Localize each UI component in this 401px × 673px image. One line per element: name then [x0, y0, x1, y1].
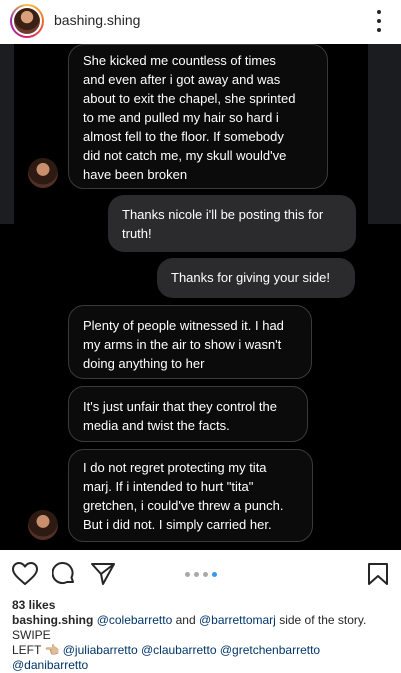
- carousel-dot-active: [212, 572, 217, 577]
- bookmark-icon[interactable]: [367, 562, 389, 586]
- message-bubble-received: Plenty of people witnessed it. I had my …: [68, 305, 312, 379]
- like-count[interactable]: 83 likes: [12, 598, 55, 612]
- mention-link[interactable]: @barrettomarj: [199, 613, 276, 627]
- carousel-dot: [194, 572, 199, 577]
- message-bubble-received: She kicked me countless of times and eve…: [68, 44, 328, 189]
- message-bubble-received: I do not regret protecting my tita marj.…: [68, 449, 313, 542]
- caption-username[interactable]: bashing.shing: [12, 613, 93, 627]
- post-caption: bashing.shing @colebarretto and @barrett…: [12, 613, 392, 673]
- carousel-dot: [203, 572, 208, 577]
- carousel-indicator: [185, 572, 217, 577]
- heart-icon[interactable]: [12, 562, 38, 586]
- profile-avatar[interactable]: [10, 4, 44, 38]
- message-bubble-sent: Thanks nicole i'll be posting this for t…: [108, 195, 356, 252]
- caption-text: and: [175, 613, 196, 627]
- comment-icon[interactable]: [52, 562, 76, 586]
- message-bubble-sent: Thanks for giving your side!: [157, 258, 355, 298]
- post-username[interactable]: bashing.shing: [54, 12, 140, 28]
- mention-link[interactable]: @colebarretto: [97, 613, 173, 627]
- background-panel: [368, 44, 401, 224]
- caption-text: LEFT 👈🏼: [12, 643, 60, 657]
- send-icon[interactable]: [90, 562, 116, 586]
- avatar-photo: [14, 8, 40, 34]
- message-bubble-received: It's just unfair that they control the m…: [68, 386, 308, 442]
- sender-avatar: [28, 510, 58, 540]
- sender-avatar: [28, 158, 58, 188]
- carousel-dot: [185, 572, 190, 577]
- avatar-ring: [12, 6, 42, 36]
- post-image[interactable]: She kicked me countless of times and eve…: [0, 44, 401, 550]
- post-header: bashing.shing: [0, 0, 401, 44]
- background-panel: [0, 44, 14, 224]
- more-vertical-icon[interactable]: [374, 10, 384, 32]
